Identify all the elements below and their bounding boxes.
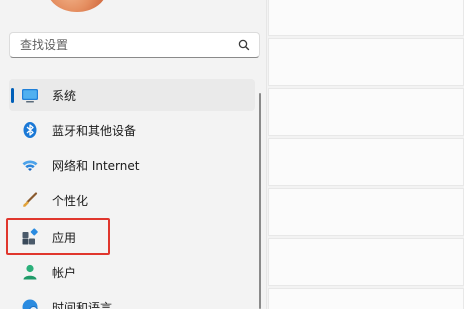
nav-scrollbar[interactable] [259, 93, 261, 309]
nav-item-label: 帐户 [52, 266, 77, 280]
settings-card[interactable] [268, 38, 464, 86]
search-icon[interactable] [237, 38, 251, 52]
globe-clock-icon [22, 299, 38, 309]
bluetooth-icon [23, 122, 37, 138]
navigation-pane: 系统 蓝牙和其他设备 网络和 Internet 个性化 [0, 0, 267, 309]
nav-item-label: 个性化 [52, 194, 89, 208]
apps-icon [22, 228, 38, 245]
search-input[interactable] [20, 36, 235, 54]
nav-item-label: 时间和语言 [52, 301, 113, 309]
monitor-icon [22, 89, 38, 103]
content-pane [268, 0, 464, 309]
nav-item-bluetooth[interactable]: 蓝牙和其他设备 [9, 114, 255, 146]
settings-card[interactable] [268, 188, 464, 236]
nav-item-network[interactable]: 网络和 Internet [9, 149, 255, 181]
selection-indicator [11, 88, 14, 103]
settings-card[interactable] [268, 138, 464, 186]
nav-item-time-language[interactable]: 时间和语言 [9, 291, 255, 309]
nav-item-label: 网络和 Internet [52, 159, 140, 173]
settings-card[interactable] [268, 288, 464, 309]
search-box[interactable] [9, 32, 260, 58]
user-avatar[interactable] [47, 0, 107, 12]
nav-item-system[interactable]: 系统 [9, 79, 255, 111]
nav-item-personalization[interactable]: 个性化 [9, 184, 255, 216]
settings-card[interactable] [268, 238, 464, 286]
settings-window: 系统 蓝牙和其他设备 网络和 Internet 个性化 [0, 0, 464, 309]
wifi-icon [22, 160, 38, 171]
brush-icon [23, 192, 38, 207]
nav-item-accounts[interactable]: 帐户 [9, 256, 255, 288]
account-icon [23, 264, 37, 280]
nav-item-apps[interactable]: 应用 [9, 221, 255, 253]
nav-item-label: 蓝牙和其他设备 [52, 124, 137, 138]
nav-item-label: 系统 [52, 89, 77, 103]
settings-card[interactable] [268, 0, 464, 36]
settings-card[interactable] [268, 88, 464, 136]
nav-item-label: 应用 [52, 231, 77, 245]
